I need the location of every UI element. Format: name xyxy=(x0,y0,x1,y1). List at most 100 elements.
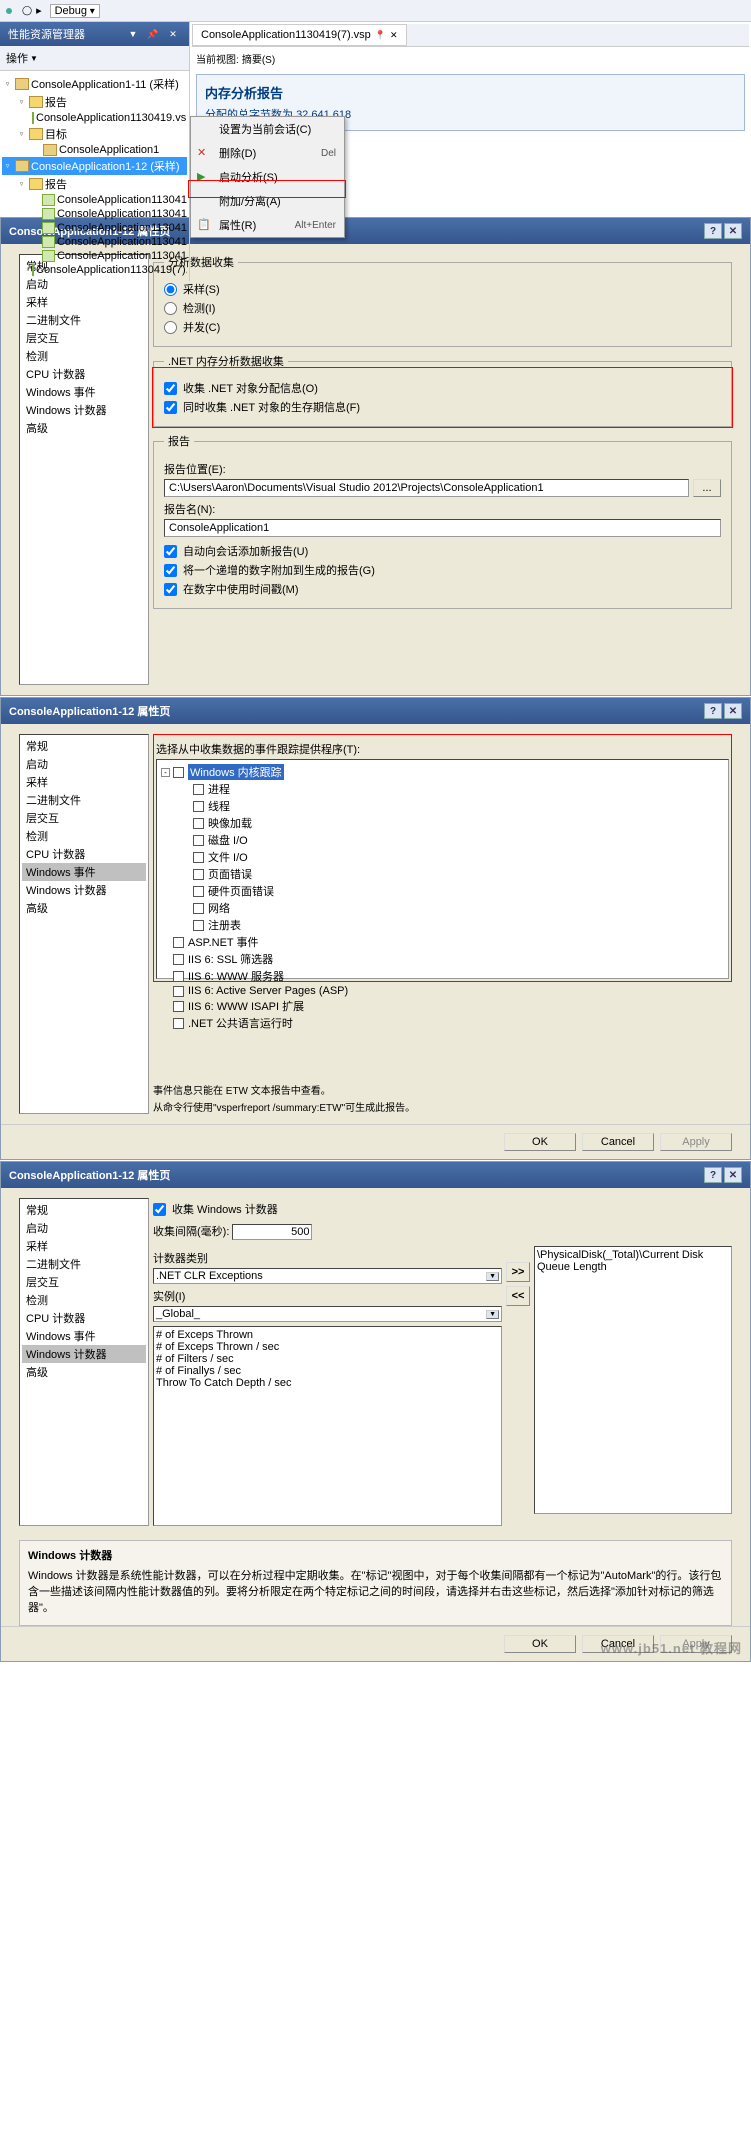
apply-button[interactable]: Apply xyxy=(660,1635,732,1653)
sidebar-item-windows-events[interactable]: Windows 事件 xyxy=(22,383,146,401)
sidebar-item-windows-events[interactable]: Windows 事件 xyxy=(22,1327,146,1345)
sidebar-item-instrumentation[interactable]: 检测 xyxy=(22,1291,146,1309)
menu-properties[interactable]: 📋属性(R)Alt+Enter xyxy=(191,213,344,237)
category-combo[interactable]: .NET CLR Exceptions▼ xyxy=(153,1268,502,1284)
apply-button[interactable]: Apply xyxy=(660,1133,732,1151)
tree-target-item[interactable]: ConsoleApplication1 xyxy=(30,143,187,157)
check-use-timestamp[interactable] xyxy=(164,583,177,596)
tree-report-item[interactable]: ConsoleApplication1130419.vsp xyxy=(30,111,187,125)
pin-icon[interactable]: 📌 xyxy=(145,28,161,40)
radio-concurrency[interactable] xyxy=(164,321,177,334)
tree-reports-folder-2[interactable]: ▿报告 xyxy=(16,175,187,193)
document-tab[interactable]: ConsoleApplication1130419(7).vsp📍✕ xyxy=(192,24,407,46)
tree-report-item[interactable]: ConsoleApplication1130419(7).vs xyxy=(30,263,187,277)
tree-hard-page-faults[interactable]: 硬件页面错误 xyxy=(193,883,724,900)
sidebar-item-instrumentation[interactable]: 检测 xyxy=(22,347,146,365)
radio-instrumentation[interactable] xyxy=(164,302,177,315)
pin-icon[interactable]: 📍 xyxy=(375,30,386,41)
sidebar-item-advanced[interactable]: 高级 xyxy=(22,899,146,917)
help-button[interactable]: ? xyxy=(704,703,722,719)
report-name-input[interactable] xyxy=(164,519,721,537)
tree-network[interactable]: 网络 xyxy=(193,900,724,917)
sidebar-item-windows-events[interactable]: Windows 事件 xyxy=(22,863,146,881)
tree-net-clr[interactable]: .NET 公共语言运行时 xyxy=(173,1015,724,1032)
ok-button[interactable]: OK xyxy=(504,1635,576,1653)
menu-attach-detach[interactable]: 附加/分离(A) xyxy=(191,189,344,213)
config-dropdown[interactable]: Debug ▾ xyxy=(50,4,100,18)
nav-back-icon[interactable]: ◯ xyxy=(22,5,32,16)
tree-file-io[interactable]: 文件 I/O xyxy=(193,849,724,866)
cancel-button[interactable]: Cancel xyxy=(582,1635,654,1653)
instance-combo[interactable]: _Global_▼ xyxy=(153,1306,502,1322)
sidebar-item-windows-counters[interactable]: Windows 计数器 xyxy=(22,1345,146,1363)
sidebar-item-windows-counters[interactable]: Windows 计数器 xyxy=(22,881,146,899)
tree-page-faults[interactable]: 页面错误 xyxy=(193,866,724,883)
sidebar-item-cpu-counters[interactable]: CPU 计数器 xyxy=(22,845,146,863)
tree-reports-folder[interactable]: ▿报告 xyxy=(16,93,187,111)
check-append-number[interactable] xyxy=(164,564,177,577)
dropdown-icon[interactable]: ▼ xyxy=(125,28,141,40)
tree-thread[interactable]: 线程 xyxy=(193,798,724,815)
tree-disk-io[interactable]: 磁盘 I/O xyxy=(193,832,724,849)
sidebar-item-binary[interactable]: 二进制文件 xyxy=(22,311,146,329)
tree-targets-folder[interactable]: ▿目标 xyxy=(16,125,187,143)
menu-start-analysis[interactable]: ▶启动分析(S) xyxy=(191,165,344,189)
cancel-button[interactable]: Cancel xyxy=(582,1133,654,1151)
tree-report-item[interactable]: ConsoleApplication113041 xyxy=(30,193,187,207)
tree-session-2[interactable]: ▿ConsoleApplication1-12 (采样) xyxy=(2,157,187,175)
sidebar-item-cpu-counters[interactable]: CPU 计数器 xyxy=(22,1309,146,1327)
available-counters-list[interactable]: # of Exceps Thrown # of Exceps Thrown / … xyxy=(153,1326,502,1526)
sidebar-item-launch[interactable]: 启动 xyxy=(22,755,146,773)
tree-iis-asp[interactable]: IIS 6: Active Server Pages (ASP) xyxy=(173,985,724,998)
tree-iis-isapi[interactable]: IIS 6: WWW ISAPI 扩展 xyxy=(173,998,724,1015)
tree-kernel-tracing[interactable]: -Windows 内核跟踪 xyxy=(161,764,724,781)
tree-iis-www[interactable]: IIS 6: WWW 服务器 xyxy=(173,968,724,985)
help-button[interactable]: ? xyxy=(704,1167,722,1183)
location-input[interactable] xyxy=(164,479,689,497)
tree-report-item[interactable]: ConsoleApplication113041 xyxy=(30,235,187,249)
remove-counter-button[interactable]: << xyxy=(506,1286,530,1306)
sidebar-item-cpu-counters[interactable]: CPU 计数器 xyxy=(22,365,146,383)
tree-iis-ssl[interactable]: IIS 6: SSL 筛选器 xyxy=(173,951,724,968)
tree-report-item[interactable]: ConsoleApplication113041 xyxy=(30,249,187,263)
sidebar-item-sampling[interactable]: 采样 xyxy=(22,1237,146,1255)
ok-button[interactable]: OK xyxy=(504,1133,576,1151)
sidebar-item-tier[interactable]: 层交互 xyxy=(22,329,146,347)
close-tab-icon[interactable]: ✕ xyxy=(390,30,398,41)
tree-process[interactable]: 进程 xyxy=(193,781,724,798)
radio-sampling[interactable] xyxy=(164,283,177,296)
tree-aspnet-events[interactable]: ASP.NET 事件 xyxy=(173,934,724,951)
sidebar-item-tier[interactable]: 层交互 xyxy=(22,1273,146,1291)
selected-counters-list[interactable]: \PhysicalDisk(_Total)\Current Disk Queue… xyxy=(534,1246,732,1514)
check-collect-windows-counters[interactable] xyxy=(153,1203,166,1216)
check-auto-add-report[interactable] xyxy=(164,545,177,558)
close-icon[interactable]: ✕ xyxy=(165,28,181,40)
sidebar-item-general[interactable]: 常规 xyxy=(22,737,146,755)
check-collect-lifetime[interactable] xyxy=(164,401,177,414)
sidebar-item-sampling[interactable]: 采样 xyxy=(22,773,146,791)
browse-button[interactable]: ... xyxy=(693,479,721,497)
sidebar-item-binary[interactable]: 二进制文件 xyxy=(22,791,146,809)
tree-report-item[interactable]: ConsoleApplication113041 xyxy=(30,207,187,221)
tree-registry[interactable]: 注册表 xyxy=(193,917,724,934)
sidebar-item-windows-counters[interactable]: Windows 计数器 xyxy=(22,401,146,419)
view-selector[interactable]: 摘要(S) xyxy=(242,55,275,66)
close-button[interactable]: ✕ xyxy=(724,1167,742,1183)
sidebar-item-instrumentation[interactable]: 检测 xyxy=(22,827,146,845)
nav-arrow-icon[interactable]: ▸ xyxy=(36,4,42,17)
sidebar-item-advanced[interactable]: 高级 xyxy=(22,419,146,437)
operations-menu[interactable]: 操作▼ xyxy=(0,46,189,71)
add-counter-button[interactable]: >> xyxy=(506,1262,530,1282)
sidebar-item-general[interactable]: 常规 xyxy=(22,1201,146,1219)
tree-session-1[interactable]: ▿ConsoleApplication1-11 (采样) xyxy=(2,75,187,93)
sidebar-item-launch[interactable]: 启动 xyxy=(22,1219,146,1237)
tree-image-load[interactable]: 映像加载 xyxy=(193,815,724,832)
menu-set-current-session[interactable]: 设置为当前会话(C) xyxy=(191,117,344,141)
close-button[interactable]: ✕ xyxy=(724,703,742,719)
sidebar-item-sampling[interactable]: 采样 xyxy=(22,293,146,311)
check-collect-allocation[interactable] xyxy=(164,382,177,395)
sidebar-item-tier[interactable]: 层交互 xyxy=(22,809,146,827)
tree-report-item[interactable]: ConsoleApplication113041 xyxy=(30,221,187,235)
sidebar-item-advanced[interactable]: 高级 xyxy=(22,1363,146,1381)
sidebar-item-binary[interactable]: 二进制文件 xyxy=(22,1255,146,1273)
